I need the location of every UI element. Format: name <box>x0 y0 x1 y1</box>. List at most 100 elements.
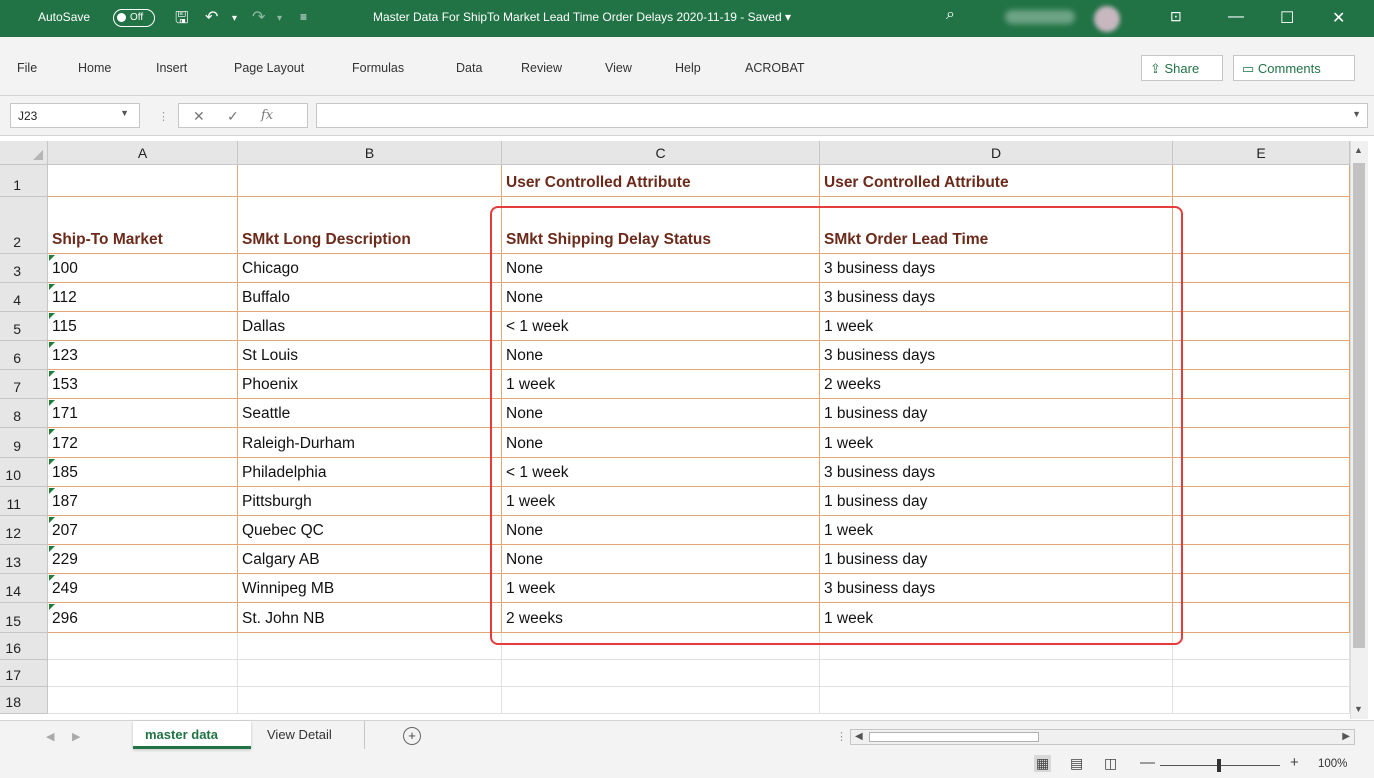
cell-b8[interactable]: Seattle <box>238 399 502 428</box>
cell-b6[interactable]: St Louis <box>238 341 502 370</box>
cell-d14[interactable]: 3 business days <box>820 574 1173 603</box>
close-icon[interactable]: ✕ <box>1332 8 1345 28</box>
tab-help[interactable]: Help <box>675 61 701 75</box>
cell-c6[interactable]: None <box>502 341 820 370</box>
cell-b14[interactable]: Winnipeg MB <box>238 574 502 603</box>
cell-a15[interactable]: 296 <box>48 603 238 633</box>
zoom-level[interactable]: 100% <box>1318 758 1347 770</box>
horizontal-scrollbar[interactable]: ◀ ▶ <box>850 729 1355 745</box>
cell-a9[interactable]: 172 <box>48 428 238 458</box>
cell-e12[interactable] <box>1173 516 1350 545</box>
cell-a12[interactable]: 207 <box>48 516 238 545</box>
tab-page-layout[interactable]: Page Layout <box>234 61 304 75</box>
cell-e16[interactable] <box>1173 633 1350 660</box>
cell-b10[interactable]: Philadelphia <box>238 458 502 487</box>
cell-d3[interactable]: 3 business days <box>820 254 1173 283</box>
cell-b16[interactable] <box>238 633 502 660</box>
cell-b2[interactable]: SMkt Long Description <box>238 197 502 254</box>
cell-a17[interactable] <box>48 660 238 687</box>
scroll-left-icon[interactable]: ◀ <box>855 731 863 742</box>
redo-icon[interactable]: ↷ <box>252 7 265 27</box>
minimize-icon[interactable]: — <box>1228 8 1244 26</box>
normal-view-icon[interactable]: ▦ <box>1034 755 1052 772</box>
cell-b11[interactable]: Pittsburgh <box>238 487 502 516</box>
cell-c11[interactable]: 1 week <box>502 487 820 516</box>
cell-d17[interactable] <box>820 660 1173 687</box>
row-header-5[interactable]: 5 <box>0 312 48 341</box>
scroll-up-icon[interactable]: ▲ <box>1354 145 1363 155</box>
row-header-7[interactable]: 7 <box>0 370 48 399</box>
cell-c5[interactable]: < 1 week <box>502 312 820 341</box>
cell-d10[interactable]: 3 business days <box>820 458 1173 487</box>
cell-b1[interactable] <box>238 165 502 197</box>
cell-a8[interactable]: 171 <box>48 399 238 428</box>
row-header-2[interactable]: 2 <box>0 197 48 254</box>
autosave-toggle[interactable]: Off <box>113 9 155 27</box>
redo-dropdown-icon[interactable]: ▾ <box>277 13 282 24</box>
cell-c8[interactable]: None <box>502 399 820 428</box>
cell-d9[interactable]: 1 week <box>820 428 1173 458</box>
next-sheet-icon[interactable]: ▶ <box>72 730 80 743</box>
row-header-15[interactable]: 15 <box>0 603 48 633</box>
cell-d11[interactable]: 1 business day <box>820 487 1173 516</box>
cell-a10[interactable]: 185 <box>48 458 238 487</box>
cell-c12[interactable]: None <box>502 516 820 545</box>
add-sheet-icon[interactable]: + <box>403 727 421 745</box>
insert-function-icon[interactable]: fx <box>261 108 273 123</box>
cell-c10[interactable]: < 1 week <box>502 458 820 487</box>
cell-c1[interactable]: User Controlled Attribute <box>502 165 820 197</box>
cell-e8[interactable] <box>1173 399 1350 428</box>
cell-b9[interactable]: Raleigh-Durham <box>238 428 502 458</box>
cell-d16[interactable] <box>820 633 1173 660</box>
cell-a5[interactable]: 115 <box>48 312 238 341</box>
row-header-12[interactable]: 12 <box>0 516 48 545</box>
row-header-3[interactable]: 3 <box>0 254 48 283</box>
row-header-1[interactable]: 1 <box>0 165 48 197</box>
cell-c13[interactable]: None <box>502 545 820 574</box>
page-break-view-icon[interactable]: ◫ <box>1104 755 1117 772</box>
column-header-e[interactable]: E <box>1173 141 1350 165</box>
maximize-icon[interactable]: ☐ <box>1280 8 1294 28</box>
tab-formulas[interactable]: Formulas <box>352 61 404 75</box>
formula-bar-splitter-icon[interactable]: ⋮ <box>158 110 169 123</box>
cell-b12[interactable]: Quebec QC <box>238 516 502 545</box>
avatar[interactable] <box>1094 6 1120 32</box>
ribbon-display-icon[interactable]: ⊡ <box>1170 8 1182 25</box>
cell-e5[interactable] <box>1173 312 1350 341</box>
row-header-11[interactable]: 11 <box>0 487 48 516</box>
row-header-10[interactable]: 10 <box>0 458 48 487</box>
cell-a18[interactable] <box>48 687 238 714</box>
cell-c16[interactable] <box>502 633 820 660</box>
tab-splitter-icon[interactable]: ⋮ <box>836 730 847 743</box>
cell-a1[interactable] <box>48 165 238 197</box>
cell-b3[interactable]: Chicago <box>238 254 502 283</box>
horizontal-scroll-thumb[interactable] <box>869 732 1039 742</box>
cell-e11[interactable] <box>1173 487 1350 516</box>
undo-icon[interactable]: ↶ <box>205 7 218 27</box>
cell-e4[interactable] <box>1173 283 1350 312</box>
cell-e2[interactable] <box>1173 197 1350 254</box>
name-box-dropdown-icon[interactable]: ▼ <box>120 108 129 118</box>
comments-button[interactable]: ▭ Comments <box>1233 55 1355 81</box>
expand-formula-bar-icon[interactable]: ▼ <box>1352 109 1361 119</box>
column-header-b[interactable]: B <box>238 141 502 165</box>
cell-e10[interactable] <box>1173 458 1350 487</box>
tab-acrobat[interactable]: ACROBAT <box>745 61 805 75</box>
cell-a16[interactable] <box>48 633 238 660</box>
cancel-icon[interactable]: ✕ <box>193 108 205 125</box>
cell-a11[interactable]: 187 <box>48 487 238 516</box>
select-all-corner[interactable] <box>0 141 48 165</box>
row-header-4[interactable]: 4 <box>0 283 48 312</box>
row-header-17[interactable]: 17 <box>0 660 48 687</box>
column-header-d[interactable]: D <box>820 141 1173 165</box>
cell-a13[interactable]: 229 <box>48 545 238 574</box>
scroll-right-icon[interactable]: ▶ <box>1342 731 1350 742</box>
tab-file[interactable]: File <box>17 61 37 75</box>
column-header-a[interactable]: A <box>48 141 238 165</box>
cell-e17[interactable] <box>1173 660 1350 687</box>
cell-a3[interactable]: 100 <box>48 254 238 283</box>
cell-d15[interactable]: 1 week <box>820 603 1173 633</box>
cell-d18[interactable] <box>820 687 1173 714</box>
cell-e13[interactable] <box>1173 545 1350 574</box>
customize-qat-icon[interactable]: ≡ <box>300 10 307 24</box>
